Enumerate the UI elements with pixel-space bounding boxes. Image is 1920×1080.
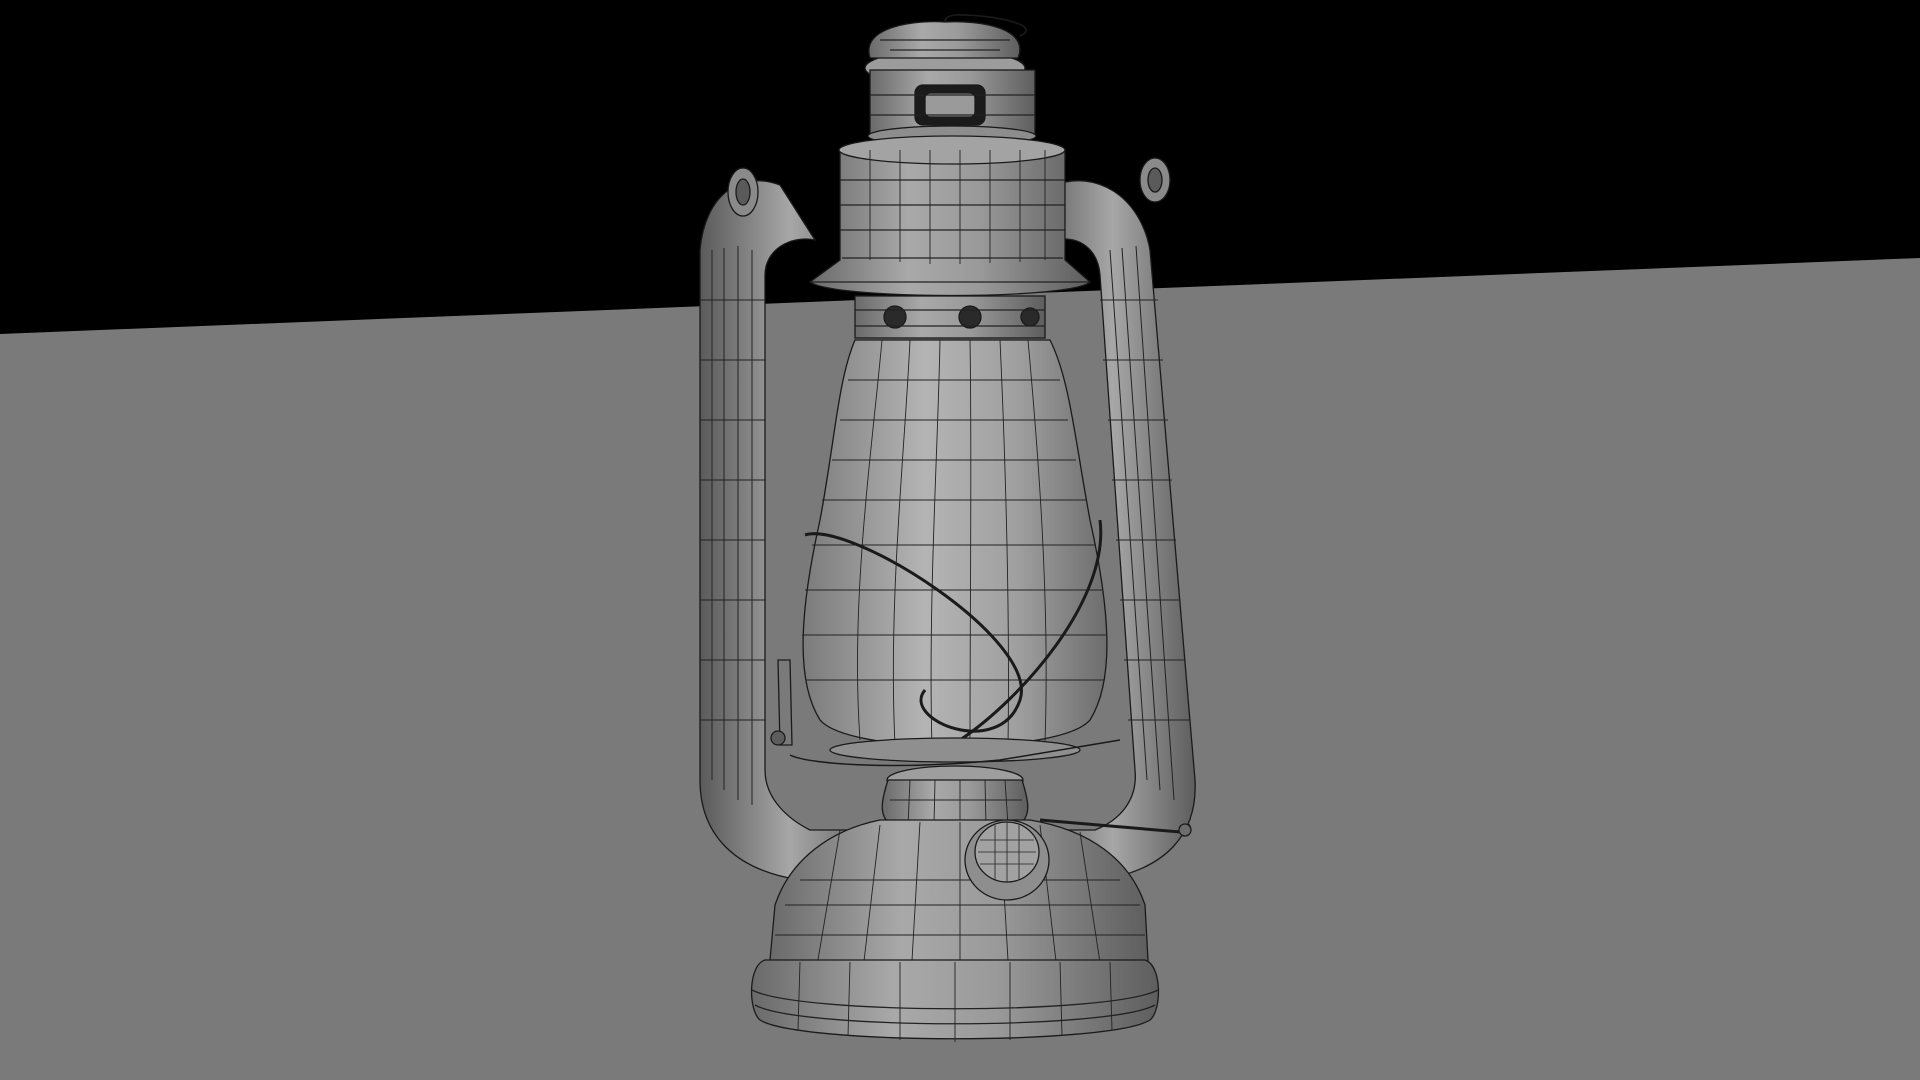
viewport-scene <box>0 0 1920 1080</box>
glass-globe <box>802 339 1108 747</box>
globe-seat <box>829 737 1081 763</box>
burner-neck <box>881 779 1029 826</box>
3d-viewport[interactable] <box>0 0 1920 1080</box>
hood <box>808 149 1091 297</box>
